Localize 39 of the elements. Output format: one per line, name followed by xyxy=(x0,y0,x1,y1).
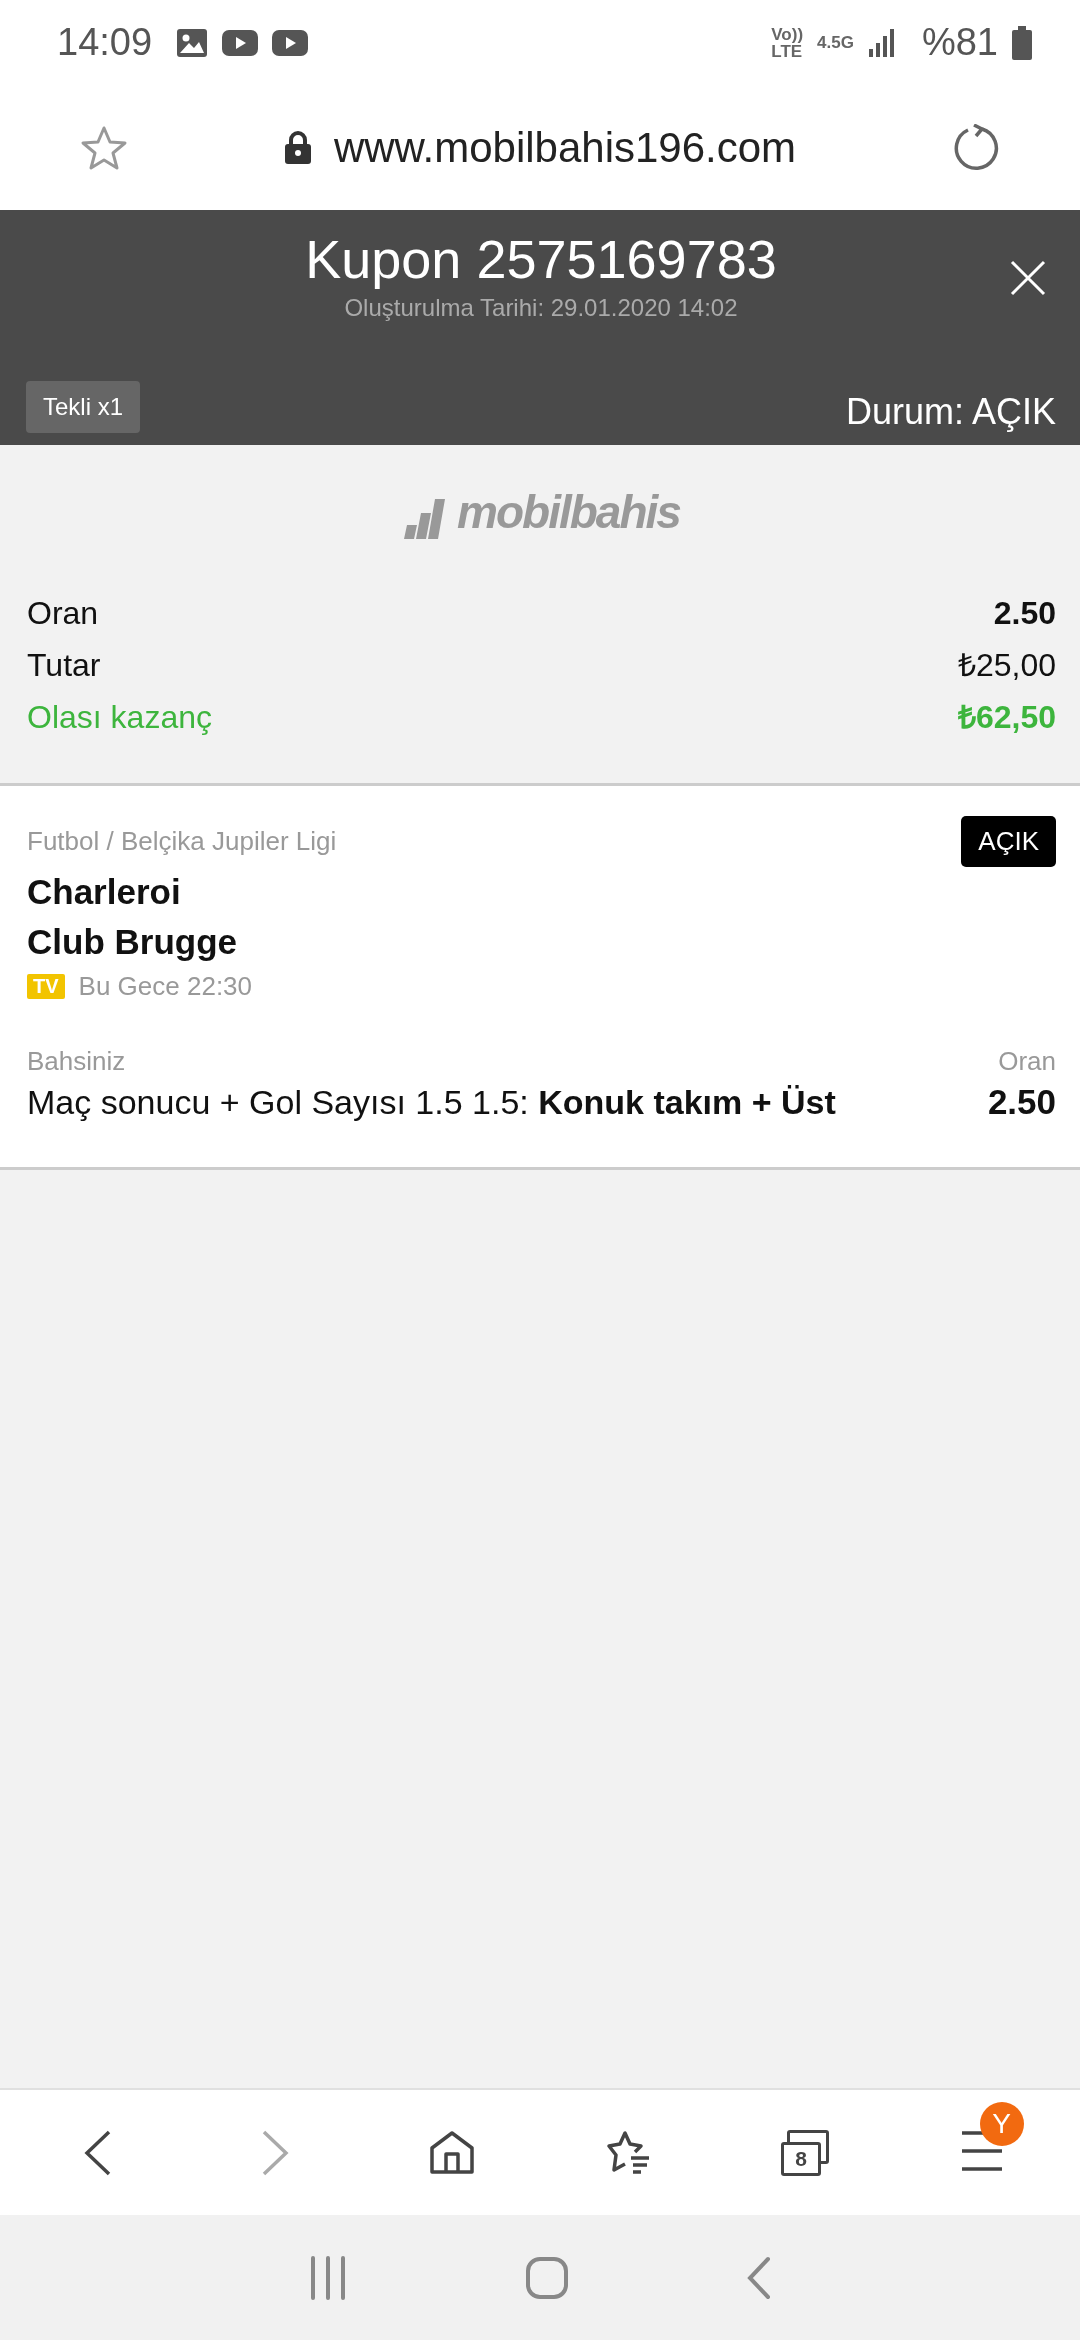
bet-status-tag: AÇIK xyxy=(961,816,1056,867)
url-text[interactable]: www.mobilbahis196.com xyxy=(333,123,797,172)
summary-value: ₺62,50 xyxy=(957,698,1056,737)
match-time: Bu Gece 22:30 xyxy=(78,971,253,1002)
pick-text: Maç sonucu + Gol Sayısı 1.5 1.5: Konuk takım + Üst xyxy=(27,1082,836,1123)
battery-icon xyxy=(1012,25,1032,60)
created-date: Oluşturulma Tarihi: 29.01.2020 14:02 xyxy=(344,294,738,322)
network-label: 4.5G xyxy=(817,32,854,53)
gallery-icon xyxy=(176,27,209,58)
star-icon[interactable] xyxy=(80,124,128,171)
back-key-icon[interactable] xyxy=(745,2255,772,2300)
status-time: 14:09 xyxy=(57,21,153,64)
home-icon[interactable] xyxy=(428,2129,475,2176)
pick-label: Bahsiniz xyxy=(27,1046,126,1077)
coupon-status: Durum: AÇIK xyxy=(845,391,1056,433)
bet-type-tag: Tekli x1 xyxy=(26,381,141,433)
close-icon[interactable] xyxy=(1010,260,1046,296)
summary-value: ₺25,00 xyxy=(957,646,1056,685)
summary-label: Oran xyxy=(27,594,99,633)
volte-label: Vo)) LTE xyxy=(771,25,804,60)
odds-label: Oran xyxy=(998,1046,1056,1077)
team-name: Club Brugge xyxy=(27,921,238,963)
notification-badge: Y xyxy=(979,2101,1024,2146)
team-name: Charleroi xyxy=(27,871,182,913)
reload-icon[interactable] xyxy=(952,123,1000,172)
summary-label: Olası kazanç xyxy=(27,698,212,737)
video-icon xyxy=(222,29,259,56)
summary-value: 2.50 xyxy=(993,594,1056,633)
logo-text: mobilbahis xyxy=(457,485,680,539)
summary-label: Tutar xyxy=(27,646,101,685)
coupon-title: Kupon 2575169783 xyxy=(305,228,777,290)
battery-level: %81 xyxy=(921,21,998,64)
signal-icon xyxy=(867,28,894,57)
league-text: Futbol / Belçika Jupiler Ligi xyxy=(27,826,337,857)
tv-badge: TV xyxy=(27,974,65,999)
odds-value: 2.50 xyxy=(987,1082,1056,1122)
video-icon xyxy=(272,29,309,56)
lock-icon xyxy=(283,130,312,165)
home-key-icon[interactable] xyxy=(525,2255,569,2300)
